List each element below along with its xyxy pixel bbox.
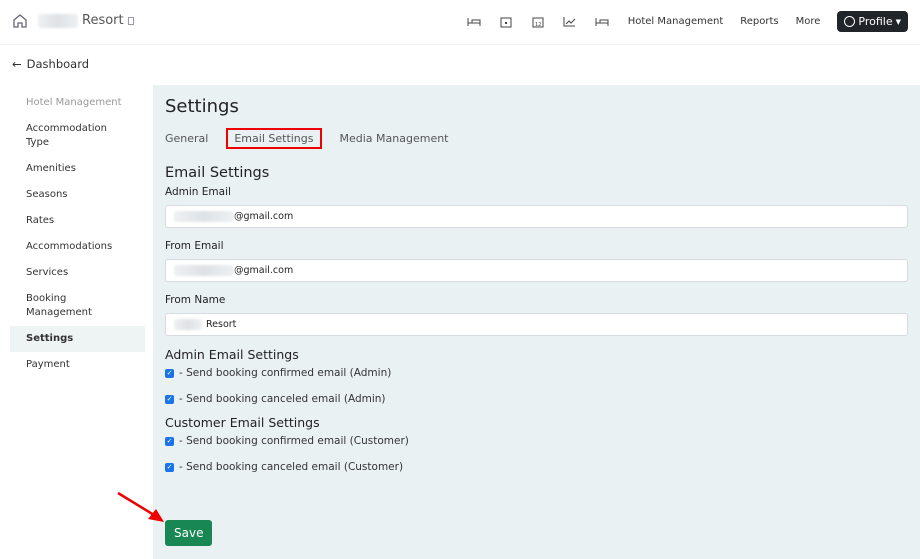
- profile-label: Profile: [858, 15, 893, 28]
- checkbox-checked-icon[interactable]: ✓: [165, 394, 174, 404]
- admin-email-settings-title: Admin Email Settings: [165, 347, 299, 362]
- checkbox-label: - Send booking confirmed email (Customer…: [179, 435, 409, 447]
- back-to-dashboard[interactable]: ← Dashboard: [12, 57, 89, 71]
- user-circle-icon: [844, 16, 856, 27]
- sidebar: Hotel Management Accommodation Type Amen…: [10, 90, 145, 378]
- sidebar-item-booking-management[interactable]: Booking Management: [10, 286, 145, 326]
- admin-canceled-checkbox[interactable]: ✓ - Send booking canceled email (Admin): [165, 393, 908, 405]
- sidebar-item-settings[interactable]: Settings: [10, 326, 145, 352]
- nav-reports[interactable]: Reports: [740, 16, 778, 27]
- admin-confirmed-checkbox[interactable]: ✓ - Send booking confirmed email (Admin): [165, 367, 908, 379]
- save-button[interactable]: Save: [165, 520, 213, 546]
- tab-media-management[interactable]: Media Management: [334, 129, 455, 148]
- sidebar-item-payment[interactable]: Payment: [10, 352, 145, 378]
- checkbox-checked-icon[interactable]: ✓: [165, 368, 174, 378]
- blurred-name: [38, 13, 78, 28]
- brand-name: Resort: [82, 13, 124, 28]
- svg-text:12: 12: [535, 22, 541, 28]
- admin-email-value: @gmail.com: [234, 211, 294, 222]
- blurred-text: [174, 211, 234, 222]
- page-title: Settings: [165, 96, 239, 117]
- top-header: Resort 12 Hotel Management Reports More …: [0, 0, 920, 45]
- bed-icon-2[interactable]: [586, 17, 618, 27]
- sidebar-item-rates[interactable]: Rates: [10, 208, 145, 234]
- settings-tabs: General Email Settings Media Management: [165, 128, 908, 149]
- calendar-icon[interactable]: [490, 16, 522, 28]
- customer-email-settings-title: Customer Email Settings: [165, 415, 320, 430]
- blurred-text: [174, 265, 234, 276]
- from-email-input[interactable]: @gmail.com: [165, 259, 908, 282]
- customer-canceled-checkbox[interactable]: ✓ - Send booking canceled email (Customer…: [165, 461, 908, 473]
- sidebar-item-seasons[interactable]: Seasons: [10, 182, 145, 208]
- tab-general[interactable]: General: [165, 129, 214, 148]
- from-name-input[interactable]: Resort: [165, 313, 908, 336]
- from-name-label: From Name: [165, 294, 226, 306]
- customer-confirmed-checkbox[interactable]: ✓ - Send booking confirmed email (Custome…: [165, 435, 908, 447]
- checkbox-checked-icon[interactable]: ✓: [165, 436, 174, 446]
- nav-more[interactable]: More: [796, 16, 821, 27]
- sidebar-section-title: Hotel Management: [26, 97, 122, 108]
- from-email-label: From Email: [165, 240, 224, 252]
- from-email-value: @gmail.com: [234, 265, 294, 276]
- back-label: Dashboard: [26, 57, 90, 71]
- brand[interactable]: Resort: [38, 13, 134, 28]
- checkbox-checked-icon[interactable]: ✓: [165, 462, 174, 472]
- chart-icon[interactable]: [554, 16, 586, 27]
- top-nav: 12 Hotel Management Reports More Profile…: [458, 11, 908, 32]
- admin-email-label: Admin Email: [165, 186, 231, 198]
- settings-panel: Settings General Email Settings Media Ma…: [153, 85, 920, 559]
- annotation-arrow-icon: [117, 491, 164, 522]
- arrow-left-icon: ←: [12, 57, 22, 71]
- profile-button[interactable]: Profile ▼: [837, 11, 908, 32]
- bed-icon[interactable]: [458, 17, 490, 27]
- checkbox-label: - Send booking canceled email (Customer): [179, 461, 404, 473]
- tab-email-settings[interactable]: Email Settings: [226, 128, 322, 149]
- checkbox-label: - Send booking canceled email (Admin): [179, 393, 386, 405]
- checkbox-label: - Send booking confirmed email (Admin): [179, 367, 392, 379]
- sidebar-item-accommodation-type[interactable]: Accommodation Type: [10, 116, 110, 156]
- caret-down-icon: ▼: [895, 17, 901, 26]
- admin-email-input[interactable]: @gmail.com: [165, 205, 908, 228]
- section-title: Email Settings: [165, 165, 270, 181]
- brand-icon: [127, 16, 134, 25]
- blurred-text: [174, 319, 202, 330]
- sidebar-item-services[interactable]: Services: [10, 260, 145, 286]
- sidebar-item-amenities[interactable]: Amenities: [10, 156, 145, 182]
- from-name-value: Resort: [206, 319, 237, 330]
- nav-hotel-management[interactable]: Hotel Management: [628, 16, 724, 27]
- calendar-12-icon[interactable]: 12: [522, 16, 554, 28]
- sidebar-item-accommodations[interactable]: Accommodations: [10, 234, 145, 260]
- home-icon[interactable]: [12, 13, 28, 33]
